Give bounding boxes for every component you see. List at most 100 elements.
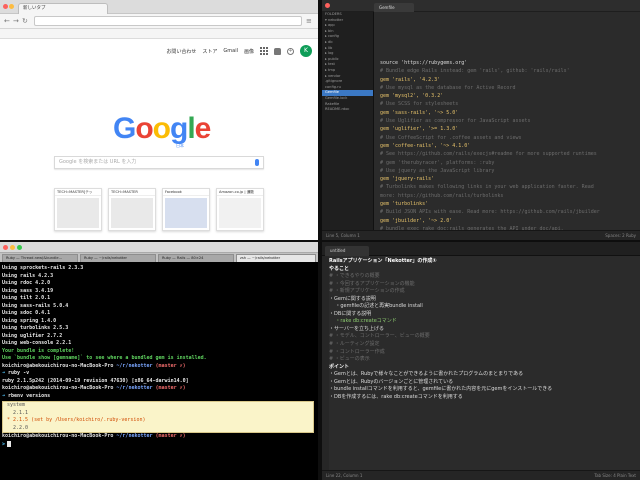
bookmark-item[interactable]: TECHACADEMY新宿	[75, 38, 113, 39]
ruby-version-item[interactable]: 2.1.1	[3, 410, 313, 418]
header-link-images[interactable]: 画像	[244, 48, 254, 55]
bookmark-item[interactable]: アプリ	[7, 38, 19, 39]
note-line: ・Gemとは、Rubyで様々なことができるように書かれたプログラムのまとまりであ…	[329, 371, 524, 378]
chrome-window: 新しいタブ ← → ↻ ≡ アプリ 入力 Gmail Web TECHACADEMY新宿…	[0, 0, 318, 240]
close-window-icon[interactable]	[3, 4, 8, 9]
bookmark-item[interactable]: Web	[60, 38, 69, 39]
header-link[interactable]: お問い合わせ	[166, 48, 196, 55]
sublime-gemfile-window: Gemfile FOLDERS ▾ nekotter ▸ app ▸ bin ▸ …	[322, 0, 640, 240]
menu-icon[interactable]: ≡	[306, 17, 312, 26]
avatar[interactable]: K	[300, 45, 312, 57]
google-search-input[interactable]: Google を検索または URL を入力	[54, 156, 264, 169]
command-text: ruby -v	[8, 370, 30, 376]
code-line: gem 'jquery-rails'	[380, 176, 435, 183]
reload-icon[interactable]: ↻	[22, 17, 28, 26]
bookmark-item[interactable]: Ruby入門	[206, 38, 224, 39]
note-line: ・DBを作成するには、rake db:createコマンドを利用する	[329, 393, 463, 400]
bookmark-item[interactable]: はてな	[270, 38, 282, 39]
terminal-output[interactable]: Using sprockets-rails 2.3.3 Using rails 4…	[2, 265, 316, 478]
terminal-line: Using rails 4.2.3	[2, 272, 54, 279]
tile-amazon[interactable]: Amazon.co.jp | 通販	[216, 188, 264, 231]
prompt-path: ~/r/nekotter	[116, 362, 153, 369]
chrome-tab-bar: 新しいタブ	[0, 0, 318, 14]
zoom-window-icon[interactable]	[17, 245, 22, 250]
notes-text[interactable]: Railsアプリケーション「Nekotter」の作成① やること # ・できるやりの…	[329, 258, 640, 468]
code-line: gem 'rails', '4.2.3'	[380, 76, 441, 83]
code-line: # Turbolinks makes following links in yo…	[380, 184, 594, 191]
bookmark-item[interactable]: Rails入門	[181, 38, 198, 39]
syntax-mode[interactable]: Tab Size: 4 Plain Text	[594, 471, 636, 480]
command-line: ➜ rbenv versions	[2, 393, 316, 401]
text-cursor	[7, 440, 12, 447]
ruby-version-item[interactable]: * 2.1.5 (set by /Users/koichiro/.ruby-ve…	[3, 417, 313, 425]
terminal-line: Using web-console 2.2.1	[2, 340, 72, 346]
editor-tab-bar: untitled	[322, 242, 640, 256]
logo-letter: o	[152, 112, 171, 145]
notifications-icon[interactable]	[274, 47, 281, 55]
tab-untitled[interactable]: untitled	[325, 246, 369, 256]
tile-techmaster-1[interactable]: TECH::MASTER[テッ	[54, 188, 102, 231]
code-line: # See https://github.com/rails/execjs#re…	[380, 151, 597, 158]
code-line: gem 'mysql2', '0.3.2'	[380, 93, 444, 100]
bookmark-item[interactable]: ニュース	[247, 38, 263, 39]
prompt-user: koichiro@abekouichirou-no-MacBook-Pro	[2, 385, 114, 391]
most-visited-tiles: TECH::MASTER[テッ TECH::MASTER Facebook Am…	[54, 188, 264, 233]
terminal-line: Using spring 1.4.0	[2, 317, 57, 324]
tile-facebook[interactable]: Facebook	[162, 188, 210, 231]
microphone-icon[interactable]	[255, 159, 259, 166]
note-line: ・bundle installコマンドを利用すると、gemfileに書かれた内容…	[329, 386, 553, 393]
terminal-line: Using rdoc 4.2.0	[2, 280, 51, 286]
address-bar[interactable]	[34, 16, 302, 26]
terminal-line: Using sdoc 0.4.1	[2, 310, 51, 316]
terminal-tab[interactable]: Ruby — Rails — 80×24	[158, 254, 234, 262]
header-link[interactable]: ストア	[202, 48, 217, 55]
note-line: # ・モデル、コントローラー、ビューの概要	[329, 333, 430, 340]
logo-letter: e	[194, 112, 212, 145]
note-line: ・rake db:createコマンド	[329, 318, 397, 325]
code-line: # Use mysql as the database for Active R…	[380, 84, 516, 91]
bookmark-item[interactable]: Twitter	[161, 38, 174, 39]
code-line: more: https://github.com/rails/turbolink…	[380, 192, 504, 199]
prompt-line: koichiro@abekouichirou-no-MacBook-Pro ~/…	[2, 385, 316, 393]
ruby-version-item[interactable]: system	[3, 402, 313, 410]
terminal-tab[interactable]: Ruby — Thread.new(&bundle…	[2, 254, 78, 262]
terminal-tab-active[interactable]: zsh — ~/rails/nekotter	[236, 254, 316, 262]
ruby-version-item[interactable]: 2.2.0	[3, 425, 313, 433]
bookmark-item[interactable]: 入力	[26, 38, 34, 39]
code-line: gem 'coffee-rails', '~> 4.1.0'	[380, 142, 471, 149]
bookmark-item[interactable]: Qiita	[231, 38, 240, 39]
syntax-mode[interactable]: Spaces: 2 Ruby	[605, 231, 636, 240]
tile-techmaster-2[interactable]: TECH::MASTER	[108, 188, 156, 231]
header-link-gmail[interactable]: Gmail	[223, 48, 238, 54]
gemfile-code[interactable]: source 'https://rubygems.org' # Bundle ed…	[380, 59, 640, 240]
bookmark-item[interactable]: Gmail	[41, 38, 53, 39]
terminal-line: Your bundle is complete!	[2, 347, 75, 354]
apps-grid-icon[interactable]	[260, 47, 268, 55]
share-plus-icon[interactable]: +	[287, 47, 294, 55]
close-window-icon[interactable]	[325, 3, 330, 8]
tab-gemfile[interactable]: Gemfile	[374, 3, 414, 12]
back-icon[interactable]: ←	[4, 17, 10, 26]
terminal-tab[interactable]: Ruby — ~/rails/nekotter	[80, 254, 156, 262]
tab-new-tab[interactable]: 新しいタブ	[18, 3, 108, 14]
close-window-icon[interactable]	[3, 245, 8, 250]
forward-icon[interactable]: →	[13, 17, 19, 26]
code-line: gem 'sass-rails', '~> 5.0'	[380, 109, 459, 116]
tile-title: Facebook	[163, 189, 209, 196]
note-line: やること	[329, 265, 350, 272]
minimize-window-icon[interactable]	[9, 4, 14, 9]
terminal-line: Using sass 3.4.19	[2, 287, 54, 294]
sidebar-item[interactable]: README.rdoc	[322, 107, 373, 113]
active-prompt[interactable]: >	[2, 440, 316, 449]
code-line: source 'https://rubygems.org'	[380, 60, 468, 66]
terminal-line: Using sass-rails 5.0.4	[2, 302, 69, 309]
editor-tab-bar: Gemfile	[322, 0, 640, 12]
tile-thumbnail	[165, 198, 207, 228]
bookmark-item[interactable]: Wordpressが駄目	[121, 38, 154, 39]
code-line: # Build JSON APIs with ease. Read more: …	[380, 209, 600, 216]
note-line: # ・新規アプリケーションの作成	[329, 288, 405, 295]
minimize-window-icon[interactable]	[10, 245, 15, 250]
note-line: # ・コントローラー作成	[329, 348, 385, 355]
notes-editor-window: untitled Railsアプリケーション「Nekotter」の作成① やること…	[322, 242, 640, 480]
ruby-version-output: ruby 2.1.5p242 (2014-09-19 revision 4763…	[2, 377, 189, 384]
